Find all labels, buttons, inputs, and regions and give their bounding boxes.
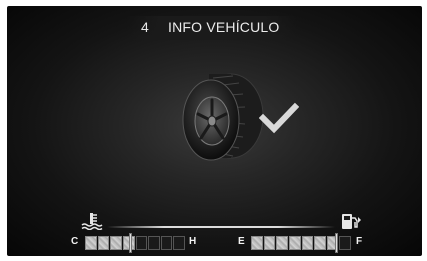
fuel-pump-icon [342,214,361,229]
gauge-segment [85,236,97,250]
temperature-gauge-marker [129,233,132,253]
fuel-full-label: F [356,236,363,247]
gauge-segment [339,236,351,250]
coolant-temperature-icon [81,213,103,230]
gauge-segment [160,236,173,250]
gauge-segment [301,236,314,250]
gauge-segment [314,236,326,250]
page-number: 4 [141,19,149,35]
gauge-divider [107,226,335,228]
gauge-segment [276,236,288,250]
temperature-gauge [85,236,185,250]
tire-icon [182,73,264,161]
fuel-gauge-marker [335,233,338,253]
gauge-segment [97,236,110,250]
gauge-segment [251,236,263,250]
gauge-segment [263,236,276,250]
gauge-segment [110,236,122,250]
gauge-segment [148,236,160,250]
checkmark-icon [259,102,299,134]
gauge-segment [173,236,185,250]
fuel-empty-label: E [238,236,245,247]
gauge-segment [288,236,301,250]
page-title: INFO VEHÍCULO [168,19,280,35]
temperature-low-label: C [71,236,79,247]
temperature-high-label: H [189,236,197,247]
page-header: 4 INFO VEHÍCULO [127,16,297,40]
gauge-segment [135,236,148,250]
instrument-cluster-display: 4 INFO VEHÍCULO C H E F [7,6,422,256]
